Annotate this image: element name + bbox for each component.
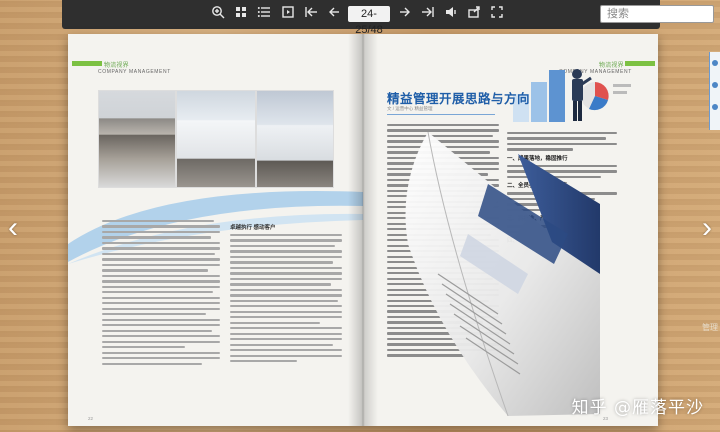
next-page-arrow[interactable]: › <box>698 210 716 250</box>
previous-page-icon[interactable] <box>325 5 343 23</box>
title-underline <box>387 114 495 115</box>
edge-label: 管理 <box>702 323 718 332</box>
section-tag: 物流视界 <box>104 63 129 69</box>
reader-toolbar: 24-25/48 <box>62 0 714 36</box>
search-input[interactable] <box>600 5 714 23</box>
single-page-icon[interactable] <box>279 5 297 23</box>
prev-page-arrow[interactable]: ‹ <box>4 210 22 250</box>
left-page-footer: 22 <box>88 416 94 421</box>
left-page[interactable]: 物流视界 COMPANY MANAGEMENT 卓越执行 感动客户 22 <box>68 34 363 426</box>
side-tab-dot <box>712 60 718 66</box>
side-tab-dot <box>712 104 718 110</box>
truck-fleet-photo <box>256 90 334 188</box>
article-title: 精益管理开展思路与方向 <box>387 91 531 106</box>
truck-loading-photo <box>98 90 176 188</box>
sound-icon[interactable] <box>442 5 460 23</box>
side-tab-dot <box>712 82 718 88</box>
page-indicator[interactable]: 24-25/48 <box>348 6 390 36</box>
watermark-author: @雁落平沙 <box>614 398 704 418</box>
table-of-contents-icon[interactable] <box>255 5 273 23</box>
refrigerated-truck-photo <box>176 90 256 188</box>
zoom-in-icon[interactable] <box>209 5 227 23</box>
business-person-illustration <box>513 69 631 122</box>
zhihu-watermark: 知乎 @雁落平沙 <box>572 393 704 418</box>
watermark-brand: 知乎 <box>571 398 608 418</box>
share-icon[interactable] <box>465 5 483 23</box>
article-byline: 文 / 运营中心 精益管理 <box>387 106 433 111</box>
next-page-icon[interactable] <box>396 5 414 23</box>
section-subtitle: COMPANY MANAGEMENT <box>98 69 171 75</box>
left-text-column-2: 卓越执行 感动客户 <box>230 220 342 366</box>
thumbnail-grid-icon[interactable] <box>232 5 250 23</box>
page-turn-curl[interactable] <box>368 124 600 416</box>
first-page-icon[interactable] <box>302 5 320 23</box>
side-panel-tab[interactable] <box>709 52 720 130</box>
left-text-column-1 <box>102 220 220 368</box>
last-page-icon[interactable] <box>419 5 437 23</box>
fullscreen-icon[interactable] <box>488 5 506 23</box>
section-bar <box>72 61 102 66</box>
left-subhead: 卓越执行 感动客户 <box>230 225 276 231</box>
